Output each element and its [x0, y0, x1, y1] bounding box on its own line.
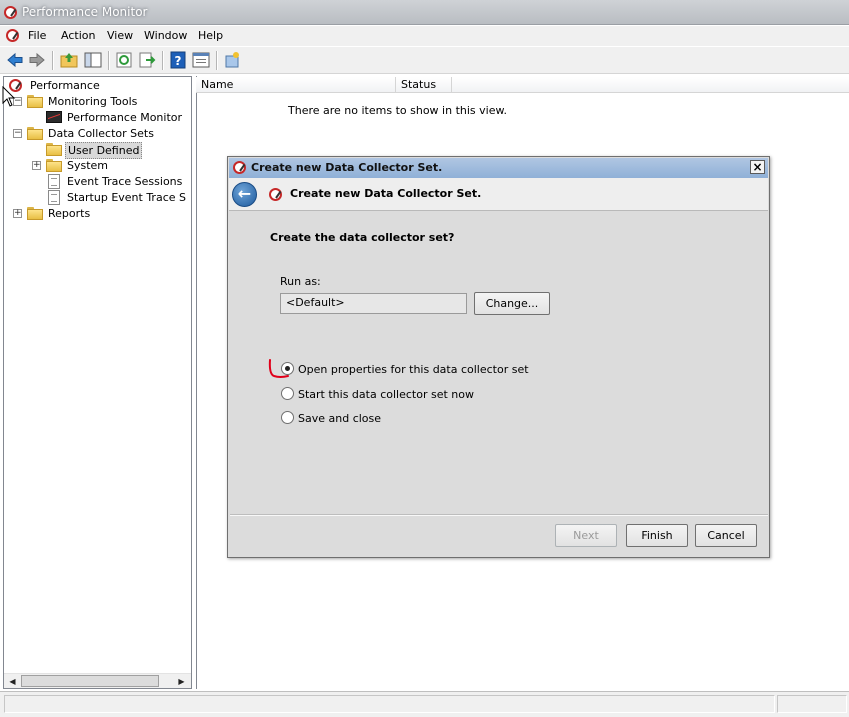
next-button[interactable]: Next [555, 524, 617, 547]
tree-node-user-defined[interactable]: User Defined [46, 142, 146, 159]
new-icon[interactable] [223, 51, 241, 69]
menu-action[interactable]: Action [61, 29, 95, 42]
wizard-header-title: Create new Data Collector Set. [290, 187, 482, 200]
radio-open-properties[interactable] [281, 362, 294, 375]
scroll-right-icon[interactable]: ▶ [174, 675, 189, 688]
folder-icon [46, 159, 62, 172]
create-data-collector-set-dialog: Create new Data Collector Set. × ← Creat… [227, 156, 770, 558]
refresh-icon[interactable] [115, 51, 133, 69]
svg-text:?: ? [175, 54, 182, 68]
toolbar-separator [52, 51, 54, 70]
show-hide-tree-icon[interactable] [84, 51, 102, 69]
radio-label-open-properties[interactable]: Open properties for this data collector … [298, 363, 529, 376]
folder-icon [27, 207, 43, 220]
toolbar-separator [108, 51, 110, 70]
toolbar-separator [216, 51, 218, 70]
tree-node-performance[interactable]: Performance [9, 78, 169, 93]
menu-bar: File Action View Window Help [0, 26, 849, 46]
toolbar-separator [162, 51, 164, 70]
forward-arrow-icon[interactable] [28, 51, 46, 69]
list-header: Name Status [196, 77, 849, 93]
window-title-bar: Performance Monitor [0, 0, 849, 25]
status-pane-main [4, 695, 775, 713]
tree-node-label: Reports [48, 207, 91, 220]
radio-label-start-now[interactable]: Start this data collector set now [298, 388, 474, 401]
dialog-title: Create new Data Collector Set. [251, 161, 443, 174]
folder-user-icon [46, 143, 62, 156]
expand-icon[interactable]: + [32, 161, 41, 170]
menu-file[interactable]: File [28, 29, 46, 42]
wizard-body: Create the data collector set? Run as: <… [230, 211, 768, 515]
tree-node-event-trace-sessions[interactable]: Event Trace Sessions [46, 174, 186, 189]
system-menu-icon[interactable] [6, 29, 19, 42]
tree-node-label: Event Trace Sessions [67, 175, 183, 188]
tree-node-reports[interactable]: Reports [27, 206, 127, 221]
radio-save-and-close[interactable] [281, 411, 294, 424]
export-list-icon[interactable] [138, 51, 156, 69]
help-icon[interactable]: ? [169, 51, 187, 69]
close-icon[interactable]: × [750, 160, 765, 174]
tree-node-data-collector-sets[interactable]: Data Collector Sets [27, 126, 177, 141]
back-arrow-icon[interactable] [6, 51, 24, 69]
trace-session-icon [48, 174, 60, 189]
cancel-button[interactable]: Cancel [695, 524, 757, 547]
dialog-title-bar: Create new Data Collector Set. × [229, 158, 768, 178]
wizard-back-button[interactable]: ← [232, 182, 257, 207]
up-folder-icon[interactable] [60, 51, 78, 69]
expand-icon[interactable]: + [13, 209, 22, 218]
menu-window[interactable]: Window [144, 29, 187, 42]
console-tree: Performance − Monitoring Tools Performan… [3, 76, 192, 689]
wizard-header: ← Create new Data Collector Set. [229, 178, 768, 211]
run-as-field: <Default> [280, 293, 467, 314]
trace-session-icon [48, 190, 60, 205]
status-pane-secondary [777, 695, 847, 713]
properties-icon[interactable] [192, 51, 210, 69]
radio-start-now[interactable] [281, 387, 294, 400]
dialog-app-icon [233, 161, 246, 174]
collapse-icon[interactable]: − [13, 129, 22, 138]
run-as-label: Run as: [280, 275, 321, 288]
status-bar [0, 691, 849, 717]
empty-list-message: There are no items to show in this view. [288, 104, 507, 117]
wizard-header-icon [269, 188, 282, 201]
wizard-footer: Next Finish Cancel [230, 515, 768, 557]
scrollbar-thumb[interactable] [21, 675, 159, 687]
change-button[interactable]: Change... [474, 292, 550, 315]
folder-icon [27, 127, 43, 140]
radio-label-save-and-close[interactable]: Save and close [298, 412, 381, 425]
finish-button[interactable]: Finish [626, 524, 688, 547]
tree-node-startup-event-trace-sessions[interactable]: Startup Event Trace Sess [46, 190, 186, 205]
wizard-question: Create the data collector set? [270, 231, 455, 244]
tree-node-label: User Defined [65, 142, 143, 159]
window-title: Performance Monitor [22, 5, 148, 19]
tree-horizontal-scrollbar[interactable]: ◀ ▶ [4, 673, 191, 688]
menu-help[interactable]: Help [198, 29, 223, 42]
tree-node-label: System [67, 159, 109, 172]
toolbar: ? [0, 47, 849, 74]
tree-node-label: Startup Event Trace Sess [67, 191, 186, 204]
performance-monitor-app-icon [4, 6, 17, 19]
tree-node-label: Data Collector Sets [48, 127, 154, 140]
tree-node-system[interactable]: System [46, 158, 146, 173]
column-header-status[interactable]: Status [396, 77, 452, 93]
scroll-left-icon[interactable]: ◀ [5, 675, 20, 688]
tree-node-label: Performance [30, 79, 100, 92]
column-header-name[interactable]: Name [196, 77, 396, 93]
menu-view[interactable]: View [107, 29, 133, 42]
